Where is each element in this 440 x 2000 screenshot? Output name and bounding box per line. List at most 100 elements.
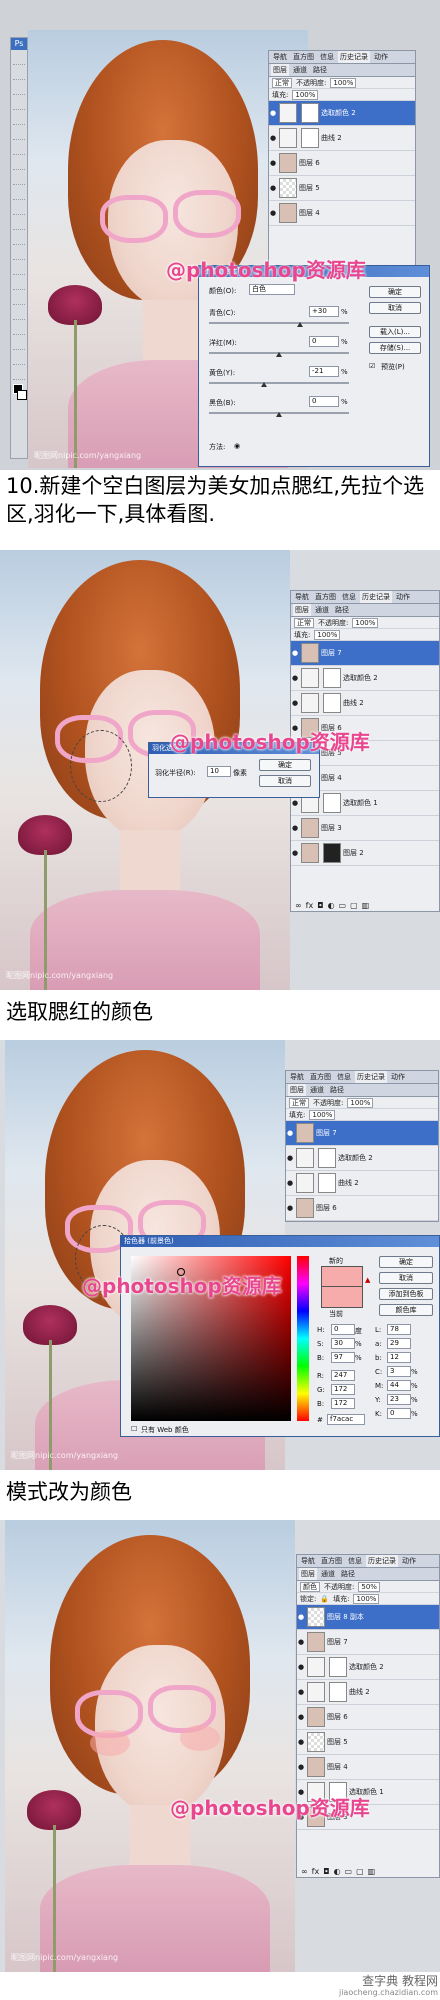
tab-histogram[interactable]: 直方图 [313,591,338,603]
h-input[interactable]: 0 [331,1324,355,1335]
tab-actions[interactable]: 动作 [394,591,412,603]
path-select-icon[interactable] [13,292,25,305]
hue-slider[interactable] [297,1256,309,1421]
blend-mode-select[interactable]: 正常 [272,77,292,88]
g-input[interactable]: 172 [331,1384,355,1395]
tab-paths[interactable]: 路径 [333,604,351,616]
cancel-button[interactable]: 取消 [379,1272,433,1284]
tab-history[interactable]: 历史记录 [360,591,392,603]
b-input[interactable]: 97 [331,1352,355,1363]
r-input[interactable]: 247 [331,1370,355,1381]
layer-row[interactable]: ● 选取颜色 2 [269,101,415,126]
m-input[interactable]: 44 [387,1380,411,1391]
tab-history[interactable]: 历史记录 [355,1071,387,1083]
layer-row[interactable]: ● 图层 7 [297,1630,439,1655]
lab-b-input[interactable]: 12 [387,1352,411,1363]
y-input[interactable]: 23 [387,1394,411,1405]
eye-icon[interactable]: ● [291,824,299,832]
eye-icon[interactable]: ● [286,1179,294,1187]
tab-info[interactable]: 信息 [340,591,358,603]
layers-panel[interactable]: 导航 直方图 信息 历史记录 动作 图层 通道 路径 正常 不透明度: 100%… [268,50,416,282]
trash-icon[interactable]: ▥ [368,1867,376,1876]
eye-icon[interactable]: ● [297,1738,305,1746]
tab-paths[interactable]: 路径 [339,1568,357,1580]
panel-tabs[interactable]: 导航 直方图 信息 历史记录 动作 [286,1071,438,1084]
wand-tool-icon[interactable] [13,97,25,110]
brush-tool-icon[interactable] [13,157,25,170]
cancel-button[interactable]: 取消 [259,775,311,787]
save-button[interactable]: 存储(S)... [369,342,421,354]
stamp-tool-icon[interactable] [13,172,25,185]
cancel-button[interactable]: 取消 [369,302,421,314]
panel-tabs[interactable]: 导航 直方图 信息 历史记录 动作 [269,51,415,64]
folder-icon[interactable]: ▭ [339,901,347,910]
crop-tool-icon[interactable] [13,112,25,125]
eye-icon[interactable]: ● [297,1663,305,1671]
eraser-tool-icon[interactable] [13,202,25,215]
eye-icon[interactable]: ● [286,1129,294,1137]
background-color[interactable] [17,390,27,400]
eye-icon[interactable]: ● [297,1688,305,1696]
eye-icon[interactable]: ● [297,1638,305,1646]
tab-paths[interactable]: 路径 [311,64,329,76]
folder-icon[interactable]: ▭ [345,1867,353,1876]
tools-panel[interactable]: Ps [10,37,28,459]
layers-tabs[interactable]: 图层 通道 路径 [297,1568,439,1581]
pen-tool-icon[interactable] [13,262,25,275]
healing-tool-icon[interactable] [13,142,25,155]
fill-input[interactable]: 100% [353,1593,380,1604]
blend-mode-select[interactable]: 正常 [294,617,314,628]
blend-mode-select[interactable]: 颜色 [300,1581,320,1592]
trash-icon[interactable]: ▥ [362,901,370,910]
tab-channels[interactable]: 通道 [291,64,309,76]
layer-row[interactable]: ● 曲线 2 [286,1171,438,1196]
l-input[interactable]: 78 [387,1324,411,1335]
tab-layers[interactable]: 图层 [299,1568,317,1580]
lasso-tool-icon[interactable] [13,82,25,95]
tab-channels[interactable]: 通道 [319,1568,337,1580]
layer-row[interactable]: ● 图层 5 [269,176,415,201]
adjustment-icon[interactable]: ◐ [328,901,335,910]
panel-tabs[interactable]: 导航 直方图 信息 历史记录 动作 [297,1555,439,1568]
fill-input[interactable]: 100% [314,629,341,640]
radius-input[interactable]: 10 [207,766,231,777]
tab-layers[interactable]: 图层 [271,64,289,76]
eye-icon[interactable]: ● [297,1713,305,1721]
fill-input[interactable]: 100% [292,89,319,100]
eye-icon[interactable]: ● [269,209,277,217]
tab-layers[interactable]: 图层 [288,1084,306,1096]
eye-icon[interactable]: ● [286,1204,294,1212]
layer-row[interactable]: ● 图层 8 副本 [297,1605,439,1630]
layer-row[interactable]: ● 曲线 2 [297,1680,439,1705]
c-input[interactable]: 3 [387,1366,411,1377]
cyan-input[interactable]: +30 [309,306,339,317]
tab-channels[interactable]: 通道 [313,604,331,616]
new-layer-icon[interactable]: ▢ [350,901,358,910]
black-slider-knob[interactable] [276,412,282,417]
history-brush-icon[interactable] [13,187,25,200]
tab-actions[interactable]: 动作 [372,51,390,63]
magenta-input[interactable]: 0 [309,336,339,347]
blend-mode-select[interactable]: 正常 [289,1097,309,1108]
tab-info[interactable]: 信息 [346,1555,364,1567]
tab-info[interactable]: 信息 [318,51,336,63]
move-tool-icon[interactable] [13,52,25,65]
opacity-input[interactable]: 50% [358,1581,380,1592]
tab-info[interactable]: 信息 [335,1071,353,1083]
link-icon[interactable]: ∞ [301,1867,308,1876]
zoom-tool-icon[interactable] [13,367,25,380]
tab-history[interactable]: 历史记录 [338,51,370,63]
yellow-slider-knob[interactable] [261,382,267,387]
selective-color-dialog[interactable]: 可选颜色选项 颜色(O): 白色 青色(C): +30 % 洋红(M): 0 %… [198,265,430,467]
eyedropper-tool-icon[interactable] [13,337,25,350]
cyan-slider[interactable] [209,322,349,324]
tab-navigator[interactable]: 导航 [271,51,289,63]
ok-button[interactable]: 确定 [379,1256,433,1268]
fx-icon[interactable]: fx [306,901,314,910]
layers-panel[interactable]: 导航 直方图 信息 历史记录 动作 图层 通道 路径 正常 不透明度: 100%… [285,1070,439,1222]
layer-row[interactable]: ● 选取颜色 2 [297,1655,439,1680]
layers-panel[interactable]: 导航 直方图 信息 历史记录 动作 图层 通道 路径 颜色 不透明度: 50% … [296,1554,440,1878]
eye-icon[interactable]: ● [269,184,277,192]
layer-row[interactable]: ● 图层 3 [291,816,439,841]
gamut-warning-icon[interactable]: ▲ [365,1276,370,1284]
